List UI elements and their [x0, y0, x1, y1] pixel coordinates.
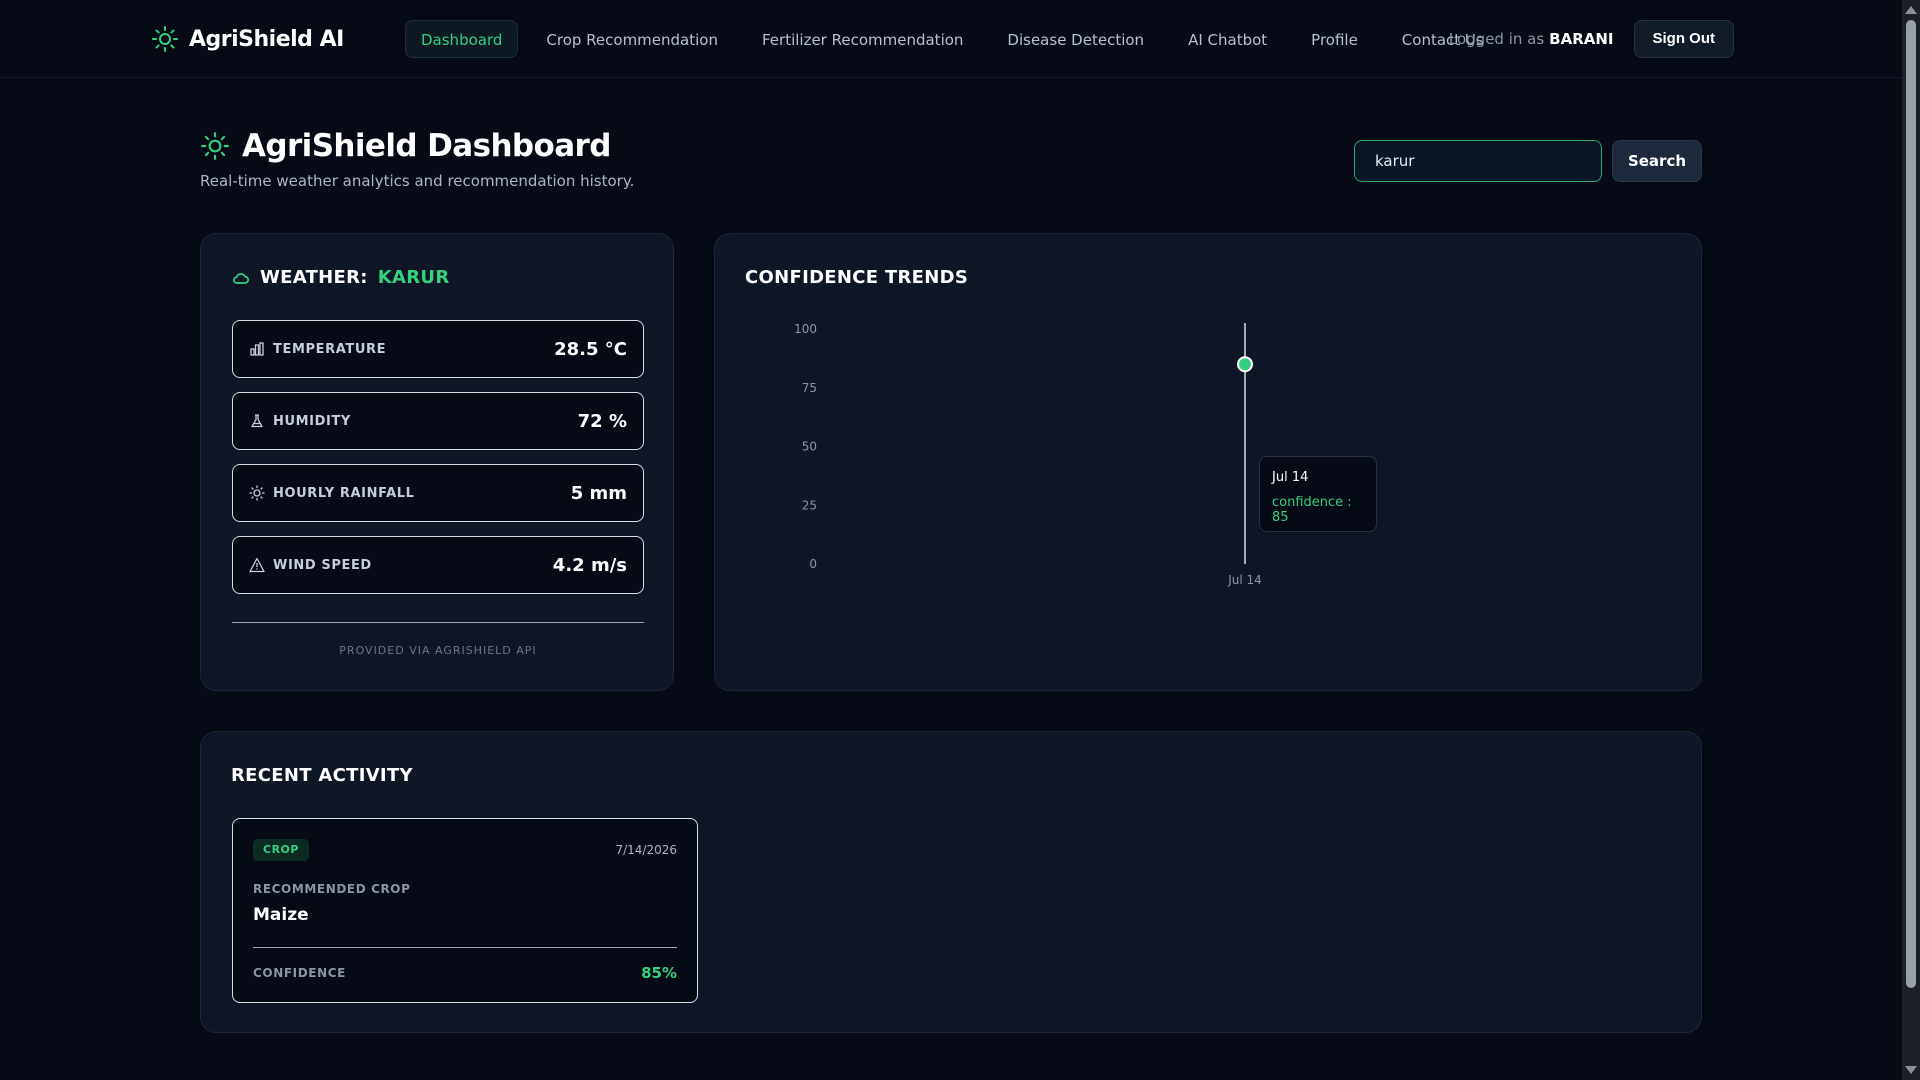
metric-humidity: HUMIDITY 72 % — [232, 392, 644, 450]
metric-label: TEMPERATURE — [273, 341, 387, 357]
divider — [253, 947, 677, 948]
tooltip-date: Jul 14 — [1272, 470, 1309, 485]
activity-type-badge: CROP — [253, 839, 309, 861]
city-search-input[interactable] — [1354, 140, 1602, 182]
metric-value: 28.5 °C — [554, 338, 627, 360]
weather-heading: WEATHER: KARUR — [232, 267, 450, 288]
logged-in-user: BARANI — [1549, 30, 1614, 48]
y-tick-label: 50 — [802, 440, 817, 454]
thermometer-icon — [250, 342, 264, 356]
y-tick-label: 0 — [809, 557, 817, 571]
nav-fertilizer-recommendation[interactable]: Fertilizer Recommendation — [746, 20, 979, 58]
y-tick-label: 75 — [802, 381, 817, 395]
page-header: AgriShield Dashboard Real-time weather a… — [200, 128, 1702, 198]
sun-logo-icon — [152, 26, 178, 52]
triangle-icon — [249, 557, 265, 573]
chart-tooltip: Jul 14 confidence : 85 — [1259, 456, 1377, 532]
confidence-value: 85% — [641, 964, 677, 982]
page-scrollbar[interactable] — [1902, 0, 1920, 1080]
metric-value: 4.2 m/s — [552, 554, 627, 576]
recent-activity-card: RECENT ACTIVITY CROP 7/14/2026 RECOMMEND… — [200, 731, 1702, 1033]
activity-date: 7/14/2026 — [615, 843, 677, 857]
nav-links: Dashboard Crop Recommendation Fertilizer… — [405, 20, 1512, 58]
flask-icon — [251, 414, 263, 428]
sun-icon — [201, 132, 229, 160]
y-tick-label: 25 — [802, 498, 817, 512]
recommended-crop-value: Maize — [253, 905, 309, 925]
activity-item[interactable]: CROP 7/14/2026 RECOMMENDED CROP Maize CO… — [232, 818, 698, 1003]
metric-label: HOURLY RAINFALL — [273, 485, 415, 501]
weather-city: KARUR — [377, 267, 450, 288]
page-title: AgriShield Dashboard — [242, 128, 611, 164]
confidence-trends-chart: 0 25 50 75 100 Jul 14 — [794, 322, 1262, 587]
divider — [232, 622, 644, 623]
y-tick-label: 100 — [794, 322, 817, 336]
metric-temperature: TEMPERATURE 28.5 °C — [232, 320, 644, 378]
top-navbar: AgriShield AI Dashboard Crop Recommendat… — [0, 0, 1902, 78]
logged-in-label: Logged in as — [1448, 30, 1545, 48]
brand[interactable]: AgriShield AI — [151, 25, 344, 53]
weather-label: WEATHER: — [260, 267, 368, 288]
user-area: Logged in as BARANI Sign Out — [1449, 20, 1734, 58]
metric-label: WIND SPEED — [273, 557, 372, 573]
confidence-label: CONFIDENCE — [253, 966, 346, 980]
city-search: Search — [1354, 140, 1702, 182]
tooltip-value: confidence : 85 — [1272, 495, 1352, 525]
nav-profile[interactable]: Profile — [1295, 20, 1374, 58]
scroll-down-arrow-icon[interactable] — [1905, 1066, 1917, 1074]
nav-disease-detection[interactable]: Disease Detection — [991, 20, 1160, 58]
metric-value: 5 mm — [570, 482, 627, 504]
confidence-trends-card: CONFIDENCE TRENDS 0 25 50 75 100 Jul 14 Jul 1… — [714, 233, 1702, 691]
weather-card: WEATHER: KARUR TEMPERATURE 28.5 °C HUMID… — [200, 233, 674, 691]
scroll-thumb[interactable] — [1906, 20, 1916, 988]
sun-icon — [249, 485, 265, 501]
nav-dashboard[interactable]: Dashboard — [405, 20, 519, 58]
scroll-up-arrow-icon[interactable] — [1905, 6, 1917, 14]
brand-name: AgriShield AI — [189, 26, 344, 52]
cloud-icon — [233, 272, 249, 284]
sign-out-button[interactable]: Sign Out — [1633, 20, 1734, 58]
metric-hourly-rainfall: HOURLY RAINFALL 5 mm — [232, 464, 644, 522]
x-tick-label: Jul 14 — [1227, 573, 1262, 587]
nav-crop-recommendation[interactable]: Crop Recommendation — [530, 20, 734, 58]
nav-ai-chatbot[interactable]: AI Chatbot — [1172, 20, 1283, 58]
search-button[interactable]: Search — [1612, 140, 1702, 182]
recommended-crop-label: RECOMMENDED CROP — [253, 882, 411, 896]
metric-wind-speed: WIND SPEED 4.2 m/s — [232, 536, 644, 594]
recent-activity-title: RECENT ACTIVITY — [231, 765, 413, 786]
weather-source-note: PROVIDED VIA AGRISHIELD API — [339, 644, 537, 657]
data-point — [1237, 356, 1253, 373]
metric-value: 72 % — [577, 410, 627, 432]
metric-label: HUMIDITY — [273, 413, 351, 429]
